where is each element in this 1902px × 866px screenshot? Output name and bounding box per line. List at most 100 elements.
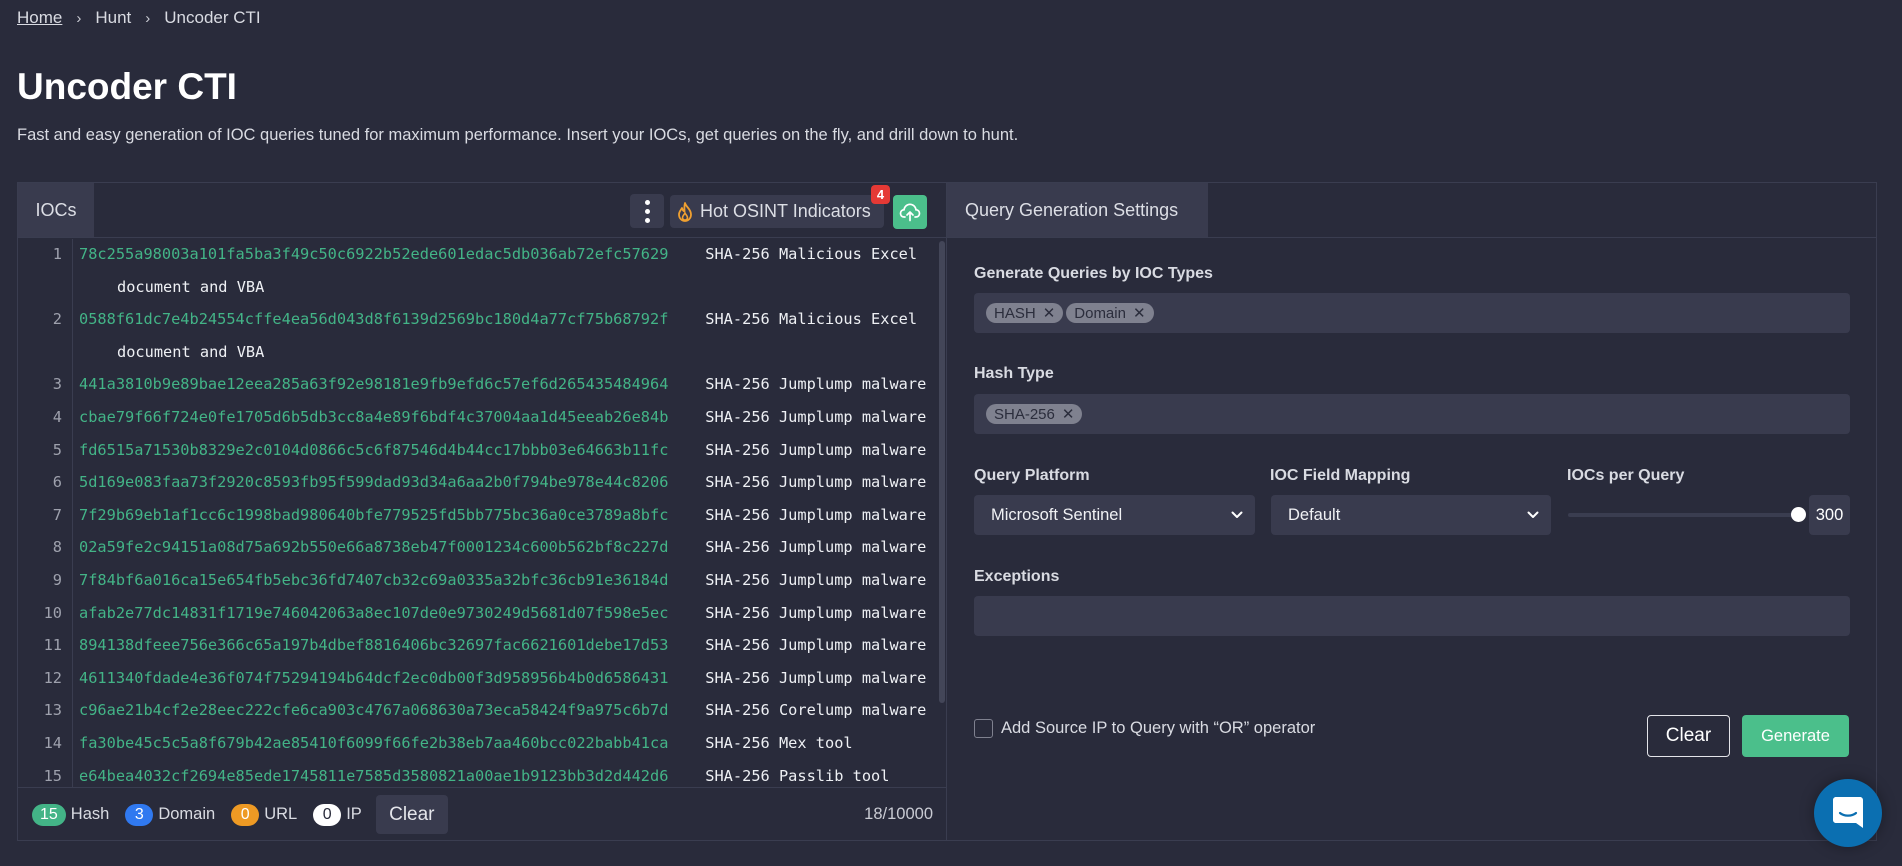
ioc-line-content: 894138dfeee756e366c65a197b4dbef8816406bc… bbox=[62, 636, 926, 655]
ioc-description: SHA-256 Malicious Excel bbox=[705, 310, 918, 329]
ioc-char-count: 18/10000 bbox=[864, 805, 933, 823]
ioc-footer: 15 Hash 3 Domain 0 URL 0 IP Clear 18/100… bbox=[18, 787, 946, 841]
chevron-down-icon bbox=[1231, 511, 1243, 518]
ioc-separator bbox=[668, 441, 705, 459]
ioc-separator bbox=[668, 408, 705, 426]
hash-type-multiselect[interactable]: SHA-256 ✕ bbox=[974, 394, 1850, 434]
query-settings-panel: Query Generation Settings Generate Queri… bbox=[946, 182, 1877, 841]
line-number: 8 bbox=[52, 538, 62, 557]
ioc-hash: 4611340fdade4e36f074f75294194b64dcf2ec0d… bbox=[79, 668, 669, 687]
hash-count-label: Hash bbox=[70, 805, 110, 823]
ioc-hash: e64bea4032cf2694e85ede1745811e7585d35808… bbox=[79, 766, 669, 785]
ioc-separator bbox=[668, 701, 705, 719]
ioc-line[interactable]: 12 4611340fdade4e36f074f75294194b64dcf2ec… bbox=[18, 663, 936, 696]
ioc-line-content: fd6515a71530b8329e2c0104d0866c5c6f87546d… bbox=[62, 440, 926, 459]
tag-label: SHA-256 bbox=[994, 405, 1055, 423]
ioc-description-wrap: document and VBA bbox=[117, 277, 265, 296]
source-ip-option[interactable]: Add Source IP to Query with “OR” operato… bbox=[974, 719, 1315, 738]
ioc-line[interactable]: 14 fa30be45c5c5a8f679b42ae85410f6099f66fe… bbox=[18, 728, 936, 761]
tab-iocs[interactable]: IOCs bbox=[18, 183, 94, 237]
remove-tag-icon[interactable]: ✕ bbox=[1043, 304, 1056, 322]
line-number: 5 bbox=[52, 440, 62, 459]
ioc-hash: 0588f61dc7e4b24554cffe4ea56d043d8f6139d2… bbox=[79, 310, 669, 329]
ioc-line[interactable]: 8 02a59fe2c94151a08d75a692b550e66a8738eb4… bbox=[18, 532, 936, 565]
kebab-dot-icon bbox=[644, 217, 650, 223]
editor-scrollbar[interactable] bbox=[939, 241, 945, 703]
clear-iocs-button[interactable]: Clear bbox=[375, 795, 448, 834]
ioc-lines: 1 78c255a98003a101fa5ba3f49c50c6922b52ede… bbox=[18, 239, 936, 787]
domain-count-label: Domain bbox=[158, 805, 216, 823]
ioc-hash: fa30be45c5c5a8f679b42ae85410f6099f66fe2b… bbox=[79, 733, 669, 752]
ioc-description: SHA-256 Mex tool bbox=[705, 733, 853, 752]
clear-settings-button[interactable]: Clear bbox=[1647, 715, 1730, 757]
domain-count-badge: 3 bbox=[125, 803, 154, 826]
ioc-description: SHA-256 Passlib tool bbox=[705, 766, 890, 785]
ioc-line[interactable]: 3 441a3810b9e89bae12eea285a63f92e98181e9f… bbox=[18, 369, 936, 402]
exceptions-input[interactable] bbox=[974, 596, 1850, 636]
ioc-line-content: 0588f61dc7e4b24554cffe4ea56d043d8f6139d2… bbox=[62, 310, 922, 328]
ioc-separator bbox=[668, 767, 705, 785]
remove-tag-icon[interactable]: ✕ bbox=[1062, 405, 1075, 423]
ioc-line[interactable]: 11 894138dfeee756e366c65a197b4dbef8816406… bbox=[18, 630, 936, 663]
line-number: 14 bbox=[43, 733, 62, 752]
chat-widget-button[interactable] bbox=[1814, 779, 1882, 847]
tab-query-generation-settings[interactable]: Query Generation Settings bbox=[947, 183, 1208, 237]
hot-osint-badge: 4 bbox=[871, 185, 890, 204]
ioc-separator bbox=[668, 604, 705, 622]
hot-osint-indicators-button[interactable]: Hot OSINT Indicators bbox=[670, 195, 884, 228]
remove-tag-icon[interactable]: ✕ bbox=[1133, 304, 1146, 322]
ioc-types-multiselect[interactable]: HASH ✕ Domain ✕ bbox=[974, 293, 1850, 333]
breadcrumb-hunt[interactable]: Hunt bbox=[95, 8, 131, 28]
ioc-line[interactable]: 2 0588f61dc7e4b24554cffe4ea56d043d8f6139d… bbox=[18, 304, 936, 337]
ioc-line[interactable]: 13 c96ae21b4cf2e28eec222cfe6ca903c4767a06… bbox=[18, 695, 936, 728]
ioc-line[interactable]: 15 e64bea4032cf2694e85ede1745811e7585d358… bbox=[18, 761, 936, 788]
ioc-hash: 02a59fe2c94151a08d75a692b550e66a8738eb47… bbox=[79, 538, 669, 557]
tag-sha256: SHA-256 ✕ bbox=[986, 404, 1083, 424]
ioc-separator bbox=[668, 473, 705, 491]
hash-count: 15 Hash bbox=[32, 803, 110, 826]
chevron-right-icon: › bbox=[76, 9, 82, 27]
ioc-line[interactable]: 6 5d169e083faa73f2920c8593fb95f599dad93d3… bbox=[18, 467, 936, 500]
ioc-description: SHA-256 Jumplump malware bbox=[705, 570, 927, 589]
ioc-editor[interactable]: 1 78c255a98003a101fa5ba3f49c50c6922b52ede… bbox=[18, 239, 946, 787]
ioc-hash: afab2e77dc14831f1719e746042063a8ec107de0… bbox=[79, 603, 669, 622]
ioc-line-content: c96ae21b4cf2e28eec222cfe6ca903c4767a0686… bbox=[62, 701, 926, 719]
iocs-per-query-value[interactable]: 300 bbox=[1809, 495, 1850, 535]
source-ip-checkbox-label: Add Source IP to Query with “OR” operato… bbox=[1001, 719, 1316, 737]
ioc-separator bbox=[668, 245, 705, 263]
ioc-line-content: cbae79f66f724e0fe1705d6b5db3cc8a4e89f6bd… bbox=[62, 408, 926, 426]
ioc-hash: 894138dfeee756e366c65a197b4dbef8816406bc… bbox=[79, 636, 669, 655]
ioc-line[interactable]: 5 fd6515a71530b8329e2c0104d0866c5c6f87546… bbox=[18, 435, 936, 468]
generate-button[interactable]: Generate bbox=[1742, 715, 1849, 757]
ioc-line[interactable]: 4 cbae79f66f724e0fe1705d6b5db3cc8a4e89f6b… bbox=[18, 402, 936, 435]
ioc-line[interactable]: 7 7f29b69eb1af1cc6c1998bad980640bfe779525… bbox=[18, 500, 936, 533]
iocs-per-query-slider-track[interactable] bbox=[1568, 513, 1798, 517]
field-mapping-select[interactable]: Default bbox=[1271, 495, 1551, 535]
ioc-line-content: e64bea4032cf2694e85ede1745811e7585d35808… bbox=[62, 767, 922, 785]
ioc-separator bbox=[668, 571, 705, 589]
ioc-line[interactable]: 9 7f84bf6a016ca15e654fb5ebc36fd7407cb32c6… bbox=[18, 565, 936, 598]
line-number: 13 bbox=[43, 701, 62, 720]
line-number: 2 bbox=[52, 310, 62, 329]
breadcrumb: Home › Hunt › Uncoder CTI bbox=[17, 8, 261, 28]
hash-count-badge: 15 bbox=[32, 803, 66, 826]
ioc-description: SHA-256 Jumplump malware bbox=[705, 603, 927, 622]
ioc-hash: 441a3810b9e89bae12eea285a63f92e98181e9fb… bbox=[79, 375, 669, 394]
ioc-description: SHA-256 Jumplump malware bbox=[705, 636, 927, 655]
source-ip-checkbox[interactable] bbox=[974, 719, 993, 738]
hash-type-label: Hash Type bbox=[974, 365, 1054, 382]
query-platform-select[interactable]: Microsoft Sentinel bbox=[974, 495, 1255, 535]
upload-cloud-button[interactable] bbox=[893, 195, 927, 229]
line-number: 10 bbox=[43, 603, 62, 622]
more-options-button[interactable] bbox=[630, 194, 664, 228]
field-mapping-label: IOC Field Mapping bbox=[1270, 467, 1411, 484]
breadcrumb-home-link[interactable]: Home bbox=[17, 8, 62, 28]
iocs-per-query-slider-thumb[interactable] bbox=[1790, 507, 1806, 522]
ip-count: 0 IP bbox=[313, 803, 362, 826]
ioc-hash: fd6515a71530b8329e2c0104d0866c5c6f87546d… bbox=[79, 440, 669, 459]
ioc-line[interactable]: 1 78c255a98003a101fa5ba3f49c50c6922b52ede… bbox=[18, 239, 936, 272]
kebab-dot-icon bbox=[644, 199, 650, 205]
url-count: 0 URL bbox=[231, 803, 297, 826]
ioc-line[interactable]: 10 afab2e77dc14831f1719e746042063a8ec107d… bbox=[18, 598, 936, 631]
page-title: Uncoder CTI bbox=[17, 66, 237, 107]
